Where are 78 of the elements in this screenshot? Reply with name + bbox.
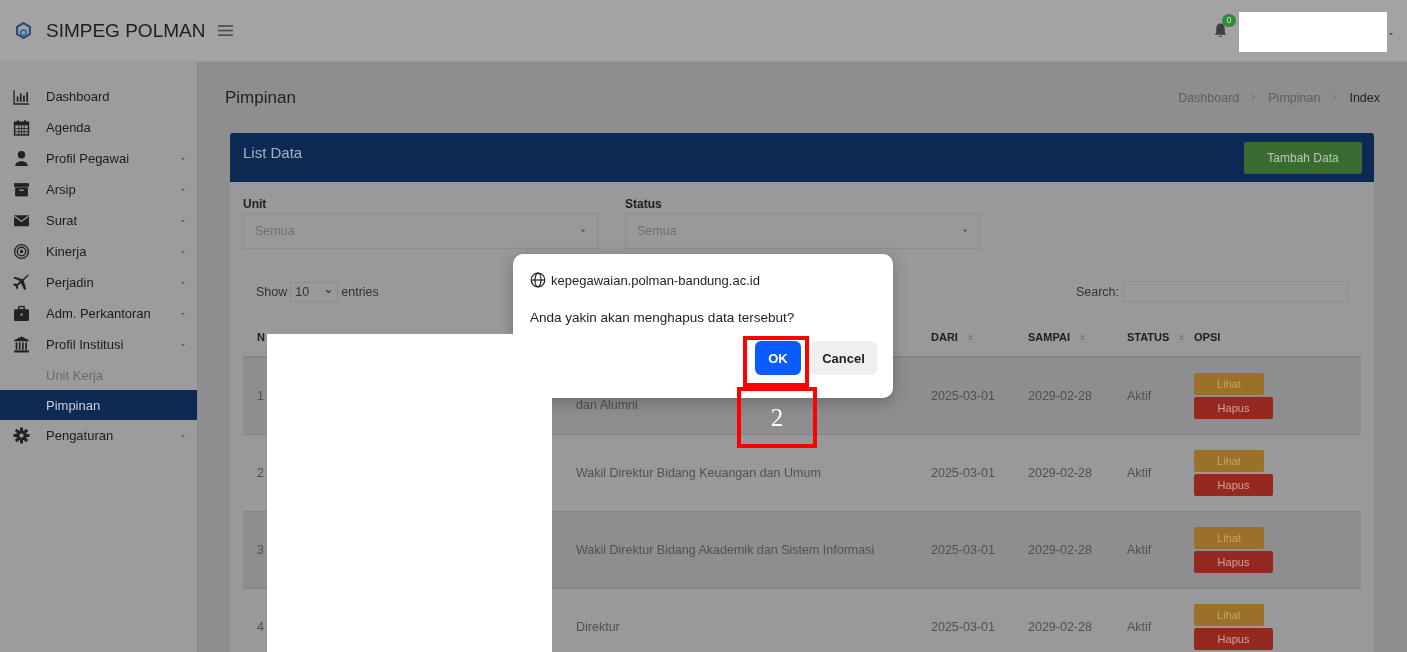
ok-button[interactable]: OK (755, 341, 801, 375)
submenu-item[interactable]: Pimpinan (0, 390, 197, 420)
sidebar-item[interactable]: Perjadin (0, 267, 197, 298)
sidebar-item[interactable]: Pengaturan (0, 420, 197, 451)
table-cell: 2025-03-01 (931, 466, 995, 480)
logo-icon (15, 22, 32, 39)
table-cell: dan Alumni (576, 397, 638, 412)
table-cell: Aktif (1127, 389, 1152, 403)
table-cell: 2025-03-01 (931, 389, 995, 403)
add-data-button[interactable]: Tambah Data (1244, 142, 1362, 174)
table-cell: 1 (257, 389, 264, 403)
chevron-icon (324, 287, 334, 296)
table-cell: 2029-02-28 (1028, 620, 1092, 634)
sidebar-item[interactable]: Arsip (0, 174, 197, 205)
bank-icon (13, 336, 30, 353)
table-cell: Wakil Direktur Bidang Keuangan dan Umum (576, 466, 821, 480)
chevron-icon (1249, 93, 1259, 102)
step-label: 2 (737, 387, 817, 448)
column-header[interactable]: N (257, 331, 265, 343)
sidebar-item[interactable]: Kinerja (0, 236, 197, 267)
table-cell: 4 (257, 620, 264, 634)
notification-badge: 0 (1222, 14, 1236, 27)
dialog-origin: kepegawaian.polman-bandung.ac.id (551, 272, 760, 288)
caret-icon (1387, 30, 1395, 38)
table-cell: Direktur (576, 620, 620, 634)
globe-icon (530, 272, 546, 288)
cancel-button[interactable]: Cancel (810, 341, 877, 375)
airplane-icon (13, 274, 30, 291)
breadcrumb-item: Index (1349, 90, 1380, 105)
delete-button[interactable]: Hapus (1194, 628, 1273, 650)
sidebar-item[interactable]: Agenda (0, 112, 197, 143)
column-header[interactable]: STATUS (1127, 331, 1187, 343)
caret-icon (961, 227, 969, 235)
table-cell: Aktif (1127, 620, 1152, 634)
table-cell: 2 (257, 466, 264, 480)
entries-label: entries (341, 284, 379, 299)
table-cell: 2029-02-28 (1028, 543, 1092, 557)
briefcase-icon (13, 305, 30, 322)
sidebar-item[interactable]: Surat (0, 205, 197, 236)
app-title: SIMPEG POLMAN (46, 19, 206, 42)
delete-button[interactable]: Hapus (1194, 474, 1273, 496)
caret-icon (579, 227, 587, 235)
table-cell: Aktif (1127, 466, 1152, 480)
table-cell: 2029-02-28 (1028, 466, 1092, 480)
bell-icon[interactable] (1212, 22, 1229, 39)
dialog-message: Anda yakin akan menghapus data tersebut? (530, 310, 796, 325)
column-header[interactable]: OPSI (1194, 331, 1221, 343)
filter-label: Unit (243, 197, 268, 211)
delete-button[interactable]: Hapus (1194, 551, 1273, 573)
table-cell: 3 (257, 543, 264, 557)
entries-dropdown[interactable]: 10 (290, 281, 339, 302)
delete-button[interactable]: Hapus (1194, 397, 1273, 419)
card-title: List Data (243, 144, 303, 161)
table-cell: Aktif (1127, 543, 1152, 557)
chevron-icon (1330, 93, 1340, 102)
search-label: Search: (1075, 284, 1119, 299)
settings-icon (13, 427, 30, 444)
sidebar-item[interactable]: Dashboard (0, 81, 197, 112)
sidebar-item[interactable]: Profil Pegawai (0, 143, 197, 174)
column-header[interactable]: SAMPAI (1028, 331, 1087, 343)
bar-chart-icon (13, 88, 30, 105)
table-cell: 2025-03-01 (931, 620, 995, 634)
table-cell: 2025-03-01 (931, 543, 995, 557)
column-header[interactable]: DARI (931, 331, 975, 343)
person-icon (13, 150, 30, 167)
target-icon (13, 243, 30, 260)
show-label: Show (256, 284, 288, 299)
envelope-icon (13, 212, 30, 229)
table-cell: Wakil Direktur Bidang Akademik dan Sistem Informasi (576, 543, 875, 557)
table-cell: 2029-02-28 (1028, 389, 1092, 403)
archive-icon (13, 181, 30, 198)
highlight-frame (743, 336, 809, 387)
sidebar-item[interactable]: Adm. Perkantoran (0, 298, 197, 329)
filter-label: Status (625, 197, 663, 211)
page-title: Pimpinan (225, 87, 296, 108)
menu-icon[interactable] (217, 22, 235, 39)
sidebar-item[interactable]: Profil Institusi (0, 329, 197, 360)
calendar-icon (13, 119, 30, 136)
